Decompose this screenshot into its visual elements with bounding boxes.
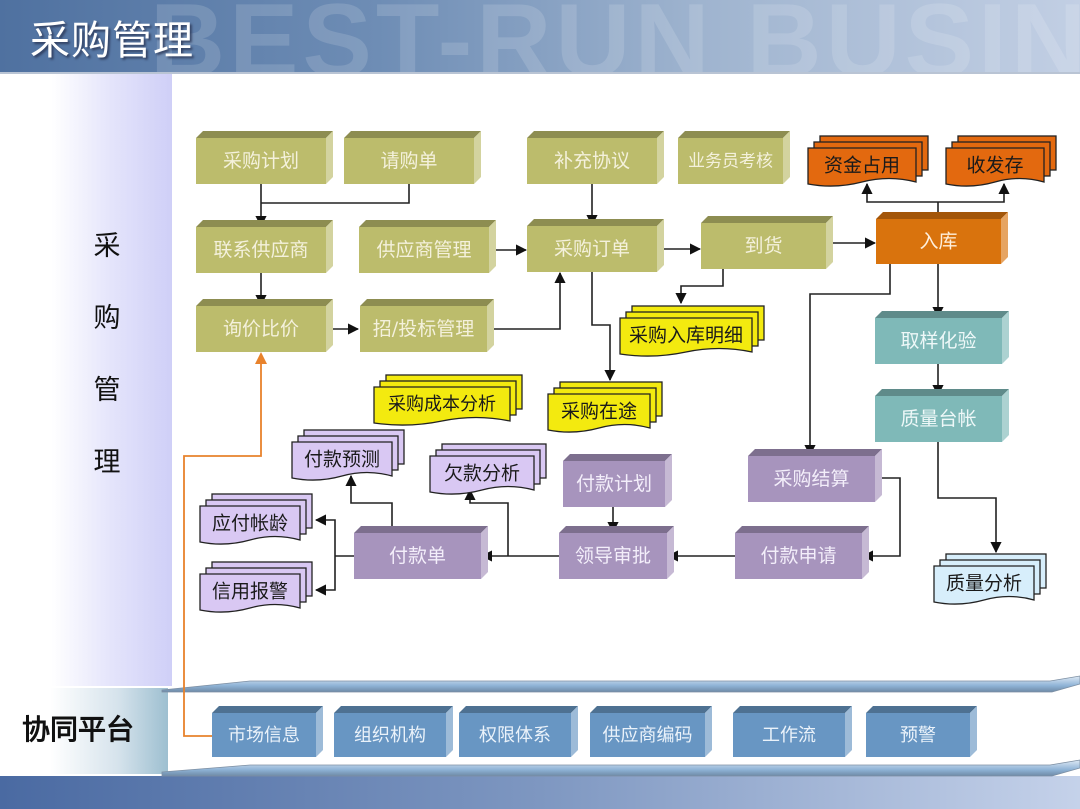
process-box-contact-supplier: 联系供应商 [196,220,333,273]
procurement-flow-diagram: 采购计划 请购单 补充协议 业务员考核联系供应商 供应商管理 采购订单 到货询价比价 招/投标… [161,131,1080,777]
doc-label: 质量分析 [946,573,1022,595]
process-box-payment-plan: 付款计划 [563,454,672,507]
process-box-sampling-test: 取样化验 [875,311,1009,364]
doc-label: 资金占用 [824,155,900,177]
box-label: 付款单 [389,545,446,567]
process-box-inquiry-comparison: 询价比价 [196,299,333,352]
process-box-quality-ledger: 质量台帐 [875,389,1009,442]
box-label: 业务员考核 [688,152,773,172]
connector-arrival-to-inbound-detail [675,269,724,305]
connector-po-to-in-transit [591,272,616,382]
doc-label: 欠款分析 [444,463,520,485]
connector-bidding-to-po [487,271,566,330]
box-label: 入库 [919,231,957,253]
process-box-purchase-settlement: 采购结算 [748,449,882,502]
process-box-requisition: 请购单 [344,131,481,184]
report-doc-purchase-in-transit: 采购在途 [547,381,663,433]
doc-label: 付款预测 [304,449,380,471]
box-label: 付款计划 [576,473,652,495]
process-box-bidding-management: 招/投标管理 [360,299,494,352]
box-label: 质量台帐 [900,408,976,430]
connector-warehousing-to-fund [861,182,938,203]
connector-order-to-forecast [345,474,393,533]
process-box-arrival: 到货 [701,216,833,269]
platform-item: 市场信息 [212,706,323,757]
process-box-leader-approval: 领导审批 [559,526,674,579]
platform-item: 供应商编码 [590,706,712,757]
process-box-salesman-assessment: 业务员考核 [678,131,790,184]
process-box-supplier-management: 供应商管理 [359,220,496,273]
box-label: 采购订单 [554,238,630,260]
process-box-purchase-order: 采购订单 [527,219,664,272]
process-box-purchase-plan: 采购计划 [196,131,333,184]
report-doc-credit-alert: 信用报警 [199,561,313,613]
platform-bottom-bar [161,759,1080,777]
platform-item: 工作流 [733,706,852,757]
connector-ledger-to-quality-analysis [937,442,1002,554]
platform-item: 组织机构 [334,706,453,757]
box-label: 取样化验 [900,330,976,352]
orange-arrowhead [255,352,267,364]
box-label: 领导审批 [575,545,651,567]
connector-to-aging [314,514,336,556]
platform-item: 权限体系 [459,706,578,757]
report-doc-payable-aging: 应付帐龄 [199,493,313,545]
connector-requisition-merge [261,184,410,204]
box-label: 付款申请 [760,545,836,567]
box-label: 供应商编码 [603,725,693,746]
doc-label: 应付帐龄 [212,513,288,535]
report-doc-fund-occupation: 资金占用 [807,135,929,187]
platform-item: 预警 [866,706,977,757]
report-doc-arrears-analysis: 欠款分析 [429,443,547,495]
doc-label: 采购在途 [561,401,637,423]
connector-market-info-to-inquiry [183,354,262,737]
platform-top-bar [161,675,1080,693]
box-label: 组织机构 [354,725,426,746]
process-box-payment-order: 付款单 [354,526,488,579]
box-label: 到货 [744,235,782,257]
box-label: 采购结算 [773,468,849,490]
report-doc-payment-forecast: 付款预测 [291,429,405,481]
boxes: 采购计划 请购单 补充协议 业务员考核联系供应商 供应商管理 采购订单 到货询价比价 招/投标… [196,131,1009,579]
platform-items: 市场信息 组织机构 权限体系 供应商编码 工作流 预警 [212,706,977,757]
process-box-payment-request: 付款申请 [735,526,869,579]
box-label: 招/投标管理 [373,318,474,340]
box-label: 请购单 [380,150,437,172]
connector-to-credit [314,556,336,596]
doc-label: 收发存 [966,155,1023,177]
report-doc-purchase-inbound-detail: 采购入库明细 [619,305,765,357]
doc-label: 信用报警 [212,581,288,603]
box-label: 采购计划 [223,150,299,172]
connector-warehousing-to-stock [938,182,1010,203]
box-label: 询价比价 [223,318,299,340]
doc-label: 采购入库明细 [629,325,743,347]
box-label: 预警 [900,725,936,746]
report-doc-receipt-issue-stock: 收发存 [945,135,1057,187]
box-label: 补充协议 [554,150,630,172]
report-doc-quality-analysis: 质量分析 [933,553,1047,605]
report-doc-purchase-cost-analysis: 采购成本分析 [373,374,523,426]
box-label: 供应商管理 [376,239,471,261]
box-label: 工作流 [762,725,816,746]
box-label: 联系供应商 [213,239,308,261]
box-label: 权限体系 [479,725,551,746]
process-box-warehousing: 入库 [876,212,1008,264]
doc-label: 采购成本分析 [388,394,496,415]
process-box-supplementary-agreement: 补充协议 [527,131,664,184]
box-label: 市场信息 [228,725,300,746]
